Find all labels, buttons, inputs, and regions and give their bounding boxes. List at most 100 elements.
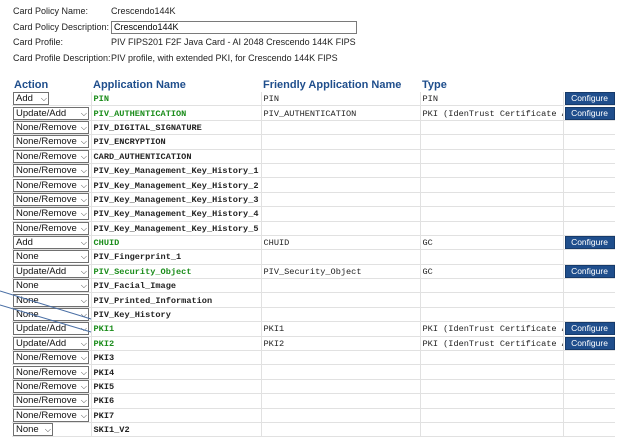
configure-cell xyxy=(562,307,615,323)
type-cell xyxy=(419,379,563,395)
table-row: None/Remove ⌵ PKI5 xyxy=(12,379,615,395)
action-select[interactable]: None ⌵ xyxy=(13,250,89,264)
configure-button[interactable]: Configure xyxy=(564,92,615,105)
action-select[interactable]: None ⌵ xyxy=(13,279,89,292)
table-row: None/Remove ⌵ CARD_AUTHENTICATION xyxy=(12,149,615,164)
action-select[interactable]: Update/Add ⌵ xyxy=(13,322,89,336)
chevron-down-icon[interactable]: ⌵ xyxy=(81,381,87,392)
type-cell: PIN xyxy=(419,92,563,107)
action-select[interactable]: None/Remove ⌵ xyxy=(13,394,89,408)
action-select-value: None/Remove xyxy=(16,165,77,177)
card-profile-description-value: PIV profile, with extended PKI, for Cres… xyxy=(111,52,338,63)
action-cell: None/Remove ⌵ xyxy=(12,364,91,380)
application-type xyxy=(421,224,423,234)
chevron-down-icon[interactable]: ⌵ xyxy=(81,295,87,306)
chevron-down-icon[interactable]: ⌵ xyxy=(81,194,87,205)
application-name: PIV_ENCRYPTION xyxy=(93,137,166,148)
action-select[interactable]: None/Remove ⌵ xyxy=(13,192,89,206)
configure-button[interactable]: Configure xyxy=(564,322,615,336)
chevron-down-icon[interactable]: ⌵ xyxy=(81,237,87,248)
application-name: PKI6 xyxy=(93,396,115,407)
table-row: None/Remove ⌵ PKI6 xyxy=(12,393,615,409)
friendly-name-cell xyxy=(260,163,420,179)
application-type xyxy=(421,181,423,191)
action-select[interactable]: None/Remove ⌵ xyxy=(13,135,89,149)
friendly-name xyxy=(262,368,264,378)
friendly-name-cell xyxy=(260,408,420,423)
action-select[interactable]: None/Remove ⌵ xyxy=(13,149,89,163)
friendly-name: PKI2 xyxy=(263,338,285,349)
configure-button[interactable]: Configure xyxy=(564,264,615,278)
chevron-down-icon[interactable]: ⌵ xyxy=(81,309,87,320)
chevron-down-icon[interactable]: ⌵ xyxy=(41,93,47,104)
action-select[interactable]: Update/Add ⌵ xyxy=(13,106,89,120)
chevron-down-icon[interactable]: ⌵ xyxy=(81,223,87,234)
configure-button[interactable]: Configure xyxy=(564,236,615,249)
chevron-down-icon[interactable]: ⌵ xyxy=(45,424,51,435)
action-select[interactable]: None/Remove ⌵ xyxy=(13,120,89,134)
chevron-down-icon[interactable]: ⌵ xyxy=(81,122,87,133)
action-cell: Update/Add ⌵ xyxy=(12,105,91,121)
action-select-value: Update/Add xyxy=(16,265,67,277)
chevron-down-icon[interactable]: ⌵ xyxy=(81,323,87,334)
action-select[interactable]: None/Remove ⌵ xyxy=(13,221,89,235)
configure-button[interactable]: Configure xyxy=(564,106,615,120)
action-select[interactable]: None/Remove ⌵ xyxy=(13,164,89,177)
action-select[interactable]: None/Remove ⌵ xyxy=(13,178,89,192)
action-select[interactable]: None/Remove ⌵ xyxy=(13,380,89,393)
action-select[interactable]: None/Remove ⌵ xyxy=(13,408,89,422)
chevron-down-icon[interactable]: ⌵ xyxy=(81,108,87,119)
action-select[interactable]: None ⌵ xyxy=(13,423,53,436)
action-select[interactable]: None/Remove ⌵ xyxy=(13,365,89,379)
action-select[interactable]: None/Remove ⌵ xyxy=(13,351,89,364)
type-cell xyxy=(419,134,563,150)
application-name: PKI1 xyxy=(93,324,115,335)
chevron-down-icon[interactable]: ⌵ xyxy=(81,151,87,162)
chevron-down-icon[interactable]: ⌵ xyxy=(81,280,87,291)
chevron-down-icon[interactable]: ⌵ xyxy=(81,410,87,421)
configure-cell xyxy=(562,379,615,395)
application-type xyxy=(421,152,423,162)
configure-cell xyxy=(562,393,615,409)
chevron-down-icon[interactable]: ⌵ xyxy=(81,338,87,349)
chevron-down-icon[interactable]: ⌵ xyxy=(81,352,87,363)
application-type xyxy=(421,425,423,435)
action-select[interactable]: None ⌵ xyxy=(13,293,89,307)
action-select[interactable]: None/Remove ⌵ xyxy=(13,207,89,220)
chevron-down-icon[interactable]: ⌵ xyxy=(81,367,87,378)
friendly-name: PIN xyxy=(263,94,279,105)
chevron-down-icon[interactable]: ⌵ xyxy=(81,266,87,277)
friendly-name xyxy=(262,152,264,162)
friendly-name xyxy=(262,166,264,176)
action-select[interactable]: Update/Add ⌵ xyxy=(13,264,89,278)
application-type xyxy=(421,195,423,205)
chevron-down-icon[interactable]: ⌵ xyxy=(81,208,87,219)
chevron-down-icon[interactable]: ⌵ xyxy=(81,165,87,176)
action-cell: None/Remove ⌵ xyxy=(12,163,91,179)
configure-cell xyxy=(562,292,615,308)
action-select-value: Add xyxy=(16,93,33,105)
table-row: None/Remove ⌵ PKI4 xyxy=(12,364,615,380)
chevron-down-icon[interactable]: ⌵ xyxy=(81,395,87,406)
policy-description-input[interactable] xyxy=(111,20,357,34)
chevron-down-icon[interactable]: ⌵ xyxy=(81,251,87,262)
policy-description-label: Card Policy Description: xyxy=(13,21,110,32)
chevron-down-icon[interactable]: ⌵ xyxy=(81,136,87,147)
action-select[interactable]: Add ⌵ xyxy=(13,236,89,249)
application-name-cell: PIV_ENCRYPTION xyxy=(90,134,261,150)
action-select[interactable]: None ⌵ xyxy=(13,308,89,321)
action-cell: Update/Add ⌵ xyxy=(12,321,91,337)
action-select[interactable]: Add ⌵ xyxy=(13,92,49,105)
application-name-cell: PIV_Key_History xyxy=(90,307,261,323)
friendly-name-cell xyxy=(260,120,420,136)
application-type xyxy=(421,368,423,378)
configure-cell xyxy=(562,163,615,179)
action-select[interactable]: Update/Add ⌵ xyxy=(13,336,89,350)
configure-cell xyxy=(562,177,615,193)
application-type: PIN xyxy=(422,94,438,105)
application-type: PKI (IdenTrust Certificate Authority) xyxy=(422,338,564,349)
configure-button[interactable]: Configure xyxy=(564,336,615,350)
configure-cell xyxy=(562,408,615,423)
application-type xyxy=(421,296,423,306)
chevron-down-icon[interactable]: ⌵ xyxy=(81,180,87,191)
